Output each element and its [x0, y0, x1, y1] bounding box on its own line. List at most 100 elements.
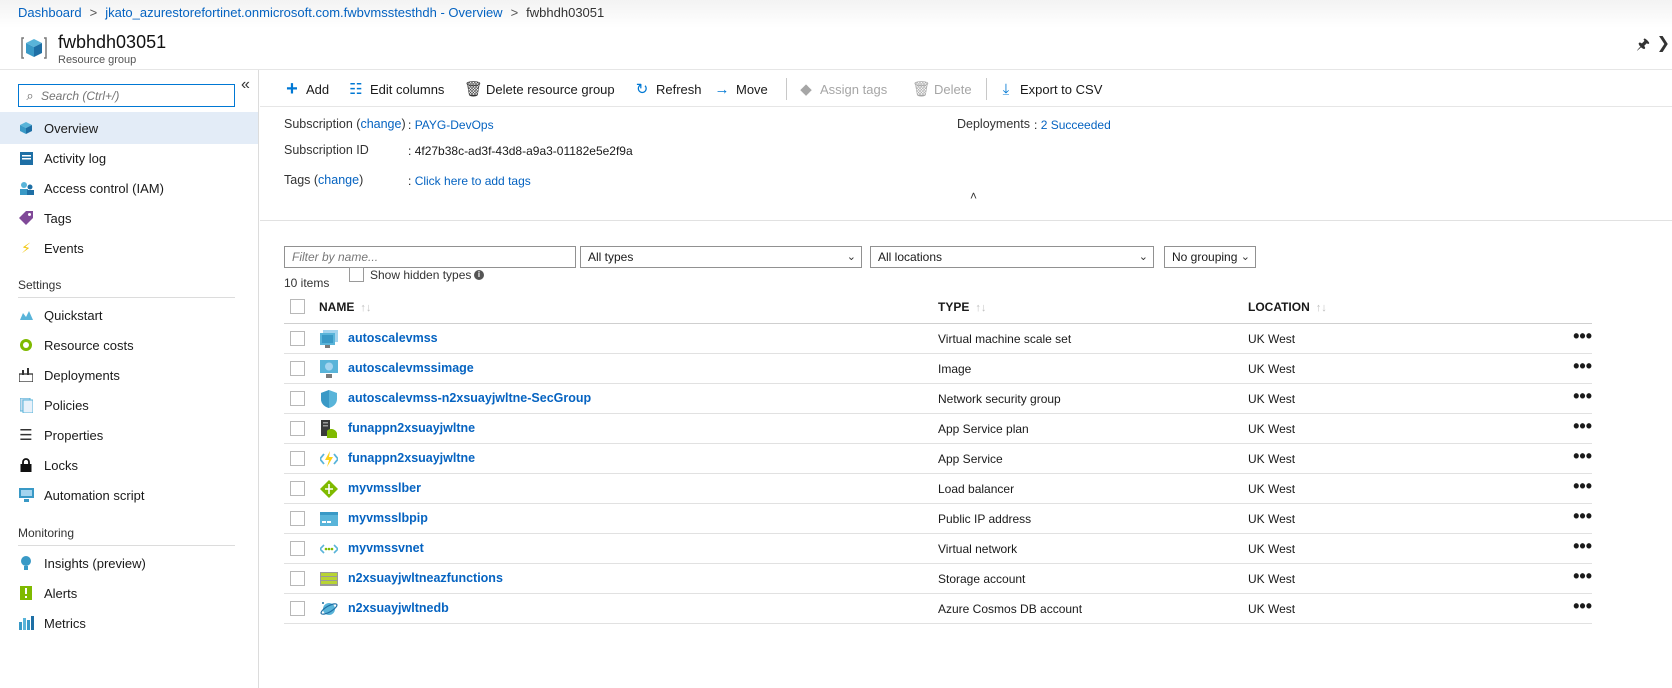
resource-name-link[interactable]: autoscalevmss-n2xsuayjwltne-SecGroup [348, 391, 591, 405]
sidebar-item-iam[interactable]: Access control (IAM) [0, 172, 258, 204]
row-checkbox[interactable] [290, 511, 305, 526]
search-input[interactable] [41, 88, 226, 103]
sidebar-item-tags[interactable]: Tags [0, 202, 258, 234]
sidebar-item-alerts[interactable]: Alerts [0, 577, 258, 609]
sidebar-item-resource-costs[interactable]: Resource costs [0, 329, 258, 361]
resource-name-link[interactable]: funappn2xsuayjwltne [348, 451, 475, 465]
column-header-type[interactable]: TYPE ↑↓ [938, 300, 986, 314]
row-checkbox[interactable] [290, 451, 305, 466]
info-icon[interactable]: i [474, 270, 484, 280]
sort-icon: ↑↓ [1315, 302, 1327, 314]
subscription-link[interactable]: PAYG-DevOps [415, 118, 494, 132]
sidebar-item-automation-script[interactable]: Automation script [0, 479, 258, 511]
sidebar-item-deployments[interactable]: Deployments [0, 359, 258, 391]
resource-location: UK West [1248, 542, 1296, 556]
resource-location: UK West [1248, 332, 1296, 346]
delete-resource-group-button[interactable]: 🗑 Delete resource group [464, 78, 615, 100]
row-checkbox[interactable] [290, 421, 305, 436]
row-checkbox[interactable] [290, 481, 305, 496]
resource-name-link[interactable]: myvmsslber [348, 481, 421, 495]
filter-by-name-input[interactable]: Filter by name... [284, 246, 576, 268]
more-actions-icon[interactable]: ••• [1573, 476, 1592, 497]
table-row[interactable]: n2xsuayjwltnedb Azure Cosmos DB account … [284, 594, 1592, 624]
show-hidden-types-checkbox[interactable] [349, 267, 364, 282]
row-checkbox[interactable] [290, 571, 305, 586]
more-actions-icon[interactable]: ••• [1573, 596, 1592, 617]
table-row[interactable]: funappn2xsuayjwltne App Service UK West … [284, 444, 1592, 474]
deployments-link[interactable]: 2 Succeeded [1041, 118, 1111, 132]
add-tags-link[interactable]: Click here to add tags [415, 174, 531, 188]
edit-columns-button[interactable]: ☷ Edit columns [348, 78, 444, 100]
export-label: Export to CSV [1020, 81, 1103, 97]
sidebar-item-overview[interactable]: Overview [0, 112, 258, 144]
chevron-down-icon: ⌄ [1240, 251, 1250, 263]
resource-type: Image [938, 362, 972, 376]
sidebar-item-properties[interactable]: ☰ Properties [0, 419, 258, 451]
colon: : [408, 118, 412, 132]
more-actions-icon[interactable]: ••• [1573, 416, 1592, 437]
table-row[interactable]: myvmsslber Load balancer UK West ••• [284, 474, 1592, 504]
row-checkbox[interactable] [290, 391, 305, 406]
export-csv-button[interactable]: ⤓ Export to CSV [998, 78, 1103, 100]
divider [18, 297, 235, 298]
resource-name-link[interactable]: n2xsuayjwltneazfunctions [348, 571, 503, 585]
table-row[interactable]: myvmssvnet Virtual network UK West ••• [284, 534, 1592, 564]
table-row[interactable]: funappn2xsuayjwltne App Service plan UK … [284, 414, 1592, 444]
refresh-button[interactable]: ↻ Refresh [634, 78, 702, 100]
pin-icon[interactable]: 🖈 [1636, 34, 1650, 59]
assign-tags-button[interactable]: ◆ Assign tags [798, 78, 887, 100]
colon: : [1034, 118, 1038, 132]
row-checkbox[interactable] [290, 331, 305, 346]
more-actions-icon[interactable]: ••• [1573, 446, 1592, 467]
more-actions-icon[interactable]: ••• [1573, 566, 1592, 587]
row-checkbox[interactable] [290, 361, 305, 376]
resource-group-icon [21, 37, 47, 59]
sidebar-search[interactable]: ⌕ [18, 84, 235, 107]
grouping-select[interactable]: No grouping ⌄ [1164, 246, 1256, 268]
breadcrumb-overview[interactable]: jkato_azurestorefortinet.onmicrosoft.com… [105, 5, 502, 20]
row-checkbox[interactable] [290, 601, 305, 616]
table-row[interactable]: n2xsuayjwltneazfunctions Storage account… [284, 564, 1592, 594]
more-actions-icon[interactable]: ••• [1573, 356, 1592, 377]
sidebar-item-insights[interactable]: Insights (preview) [0, 547, 258, 579]
sidebar-item-locks[interactable]: Locks [0, 449, 258, 481]
resource-name-link[interactable]: funappn2xsuayjwltne [348, 421, 475, 435]
add-button[interactable]: + Add [284, 78, 329, 100]
table-row[interactable]: myvmsslbpip Public IP address UK West ••… [284, 504, 1592, 534]
select-all-checkbox[interactable] [290, 299, 305, 314]
change-subscription-link[interactable]: change [360, 117, 401, 131]
more-actions-icon[interactable]: ••• [1573, 506, 1592, 527]
delete-button[interactable]: 🗑 Delete [912, 78, 972, 100]
collapse-essentials-icon[interactable]: ˄ [970, 189, 977, 203]
sidebar-item-metrics[interactable]: Metrics [0, 607, 258, 639]
resource-type: Storage account [938, 572, 1026, 586]
close-icon[interactable]: ❯ [1657, 33, 1670, 53]
resource-name-link[interactable]: myvmsslbpip [348, 511, 428, 525]
row-checkbox[interactable] [290, 541, 305, 556]
resource-name-link[interactable]: autoscalevmssimage [348, 361, 474, 375]
type-filter-select[interactable]: All types ⌄ [580, 246, 862, 268]
sidebar-item-activity-log[interactable]: Activity log [0, 142, 258, 174]
resource-type: Network security group [938, 392, 1061, 406]
column-header-name[interactable]: NAME ↑↓ [319, 300, 371, 314]
column-header-location[interactable]: LOCATION ↑↓ [1248, 300, 1327, 314]
sidebar-item-events[interactable]: ⚡ Events [0, 232, 258, 264]
deployments-icon [18, 367, 34, 383]
more-actions-icon[interactable]: ••• [1573, 386, 1592, 407]
table-row[interactable]: autoscalevmss-n2xsuayjwltne-SecGroup Net… [284, 384, 1592, 414]
more-actions-icon[interactable]: ••• [1573, 536, 1592, 557]
arrow-right-icon: → [714, 80, 730, 98]
sidebar-item-quickstart[interactable]: Quickstart [0, 299, 258, 331]
move-button[interactable]: → Move [714, 78, 768, 100]
breadcrumb-dashboard[interactable]: Dashboard [18, 5, 82, 20]
table-row[interactable]: autoscalevmssimage Image UK West ••• [284, 354, 1592, 384]
resource-name-link[interactable]: autoscalevmss [348, 331, 438, 345]
resource-name-link[interactable]: myvmssvnet [348, 541, 424, 555]
sidebar-item-policies[interactable]: Policies [0, 389, 258, 421]
location-filter-select[interactable]: All locations ⌄ [870, 246, 1154, 268]
resource-name-link[interactable]: n2xsuayjwltnedb [348, 601, 449, 615]
collapse-sidebar-icon[interactable]: « [241, 76, 250, 94]
table-row[interactable]: autoscalevmss Virtual machine scale set … [284, 324, 1592, 354]
change-tags-link[interactable]: change [318, 173, 359, 187]
more-actions-icon[interactable]: ••• [1573, 326, 1592, 347]
